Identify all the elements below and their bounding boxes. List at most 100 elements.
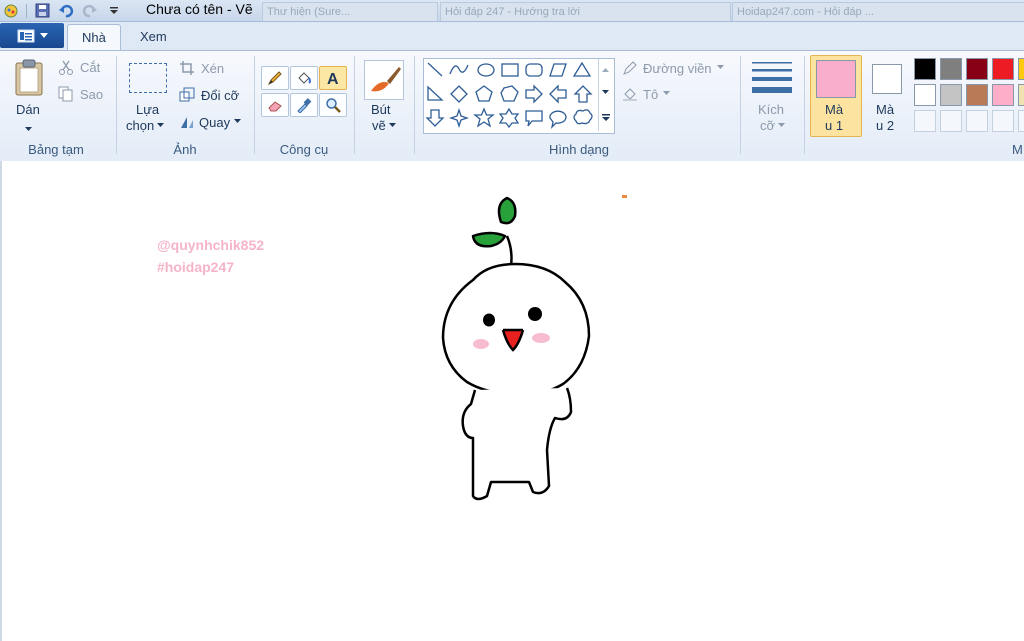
rotate-icon	[181, 117, 193, 128]
paint-menu-button[interactable]	[0, 23, 64, 48]
group-divider	[740, 56, 741, 154]
colors-group-label: M	[1012, 142, 1023, 157]
outline-pen-icon	[623, 61, 637, 75]
paint-bucket-icon	[298, 72, 311, 84]
chevron-down-icon	[778, 122, 786, 127]
paint-speck	[622, 195, 627, 198]
tools-grid: A	[261, 66, 347, 117]
scroll-down-icon[interactable]	[602, 89, 610, 96]
select-button[interactable]: chọn	[126, 118, 165, 133]
undo-icon[interactable]	[57, 3, 75, 19]
size-dropdown[interactable]: cỡ	[760, 118, 786, 133]
rotate-button[interactable]: Quay	[179, 114, 242, 130]
magnifier-tool[interactable]	[319, 93, 347, 117]
palette-empty-slot[interactable]	[1018, 110, 1024, 132]
select-icon[interactable]	[129, 63, 167, 93]
palette-swatch[interactable]	[1018, 58, 1024, 80]
crop-label: Xén	[201, 60, 225, 76]
color1-swatch	[816, 60, 856, 98]
right-arrow-shape-icon	[525, 84, 543, 104]
polygon-shape-icon	[549, 63, 567, 77]
palette-swatch[interactable]	[914, 84, 936, 106]
color1-label-line1: Mà	[825, 102, 844, 117]
palette-swatch[interactable]	[1018, 84, 1024, 106]
paint-menu-icon	[17, 29, 34, 42]
app-icon[interactable]	[2, 3, 20, 19]
crop-icon	[180, 61, 194, 75]
copy-icon	[58, 86, 73, 102]
rectangular-callout-shape-icon	[525, 110, 543, 127]
customize-toolbar-icon[interactable]	[105, 3, 123, 19]
outline-label: Đường viền	[643, 60, 712, 76]
oval-callout-shape-icon	[549, 110, 567, 129]
size-icon[interactable]	[752, 62, 792, 97]
resize-label: Đổi cỡ	[201, 87, 240, 103]
palette-swatch[interactable]	[966, 58, 988, 80]
save-icon[interactable]	[33, 3, 51, 19]
paste-label: Dán	[16, 102, 40, 117]
clipboard-group-label: Bảng tạm	[28, 142, 84, 157]
redo-icon[interactable]	[81, 3, 99, 19]
brush-icon	[371, 67, 401, 92]
chevron-down-icon	[157, 122, 165, 127]
copy-label: Sao	[80, 86, 104, 102]
text-tool[interactable]: A	[319, 66, 347, 90]
palette-swatch[interactable]	[992, 58, 1014, 80]
fill-tool[interactable]	[290, 66, 318, 90]
tab-view[interactable]: Xem	[126, 24, 181, 50]
palette-swatch[interactable]	[966, 84, 988, 106]
rotate-label: Quay	[199, 114, 231, 130]
up-arrow-shape-icon	[573, 85, 593, 103]
fill-button[interactable]: Tô	[622, 86, 671, 102]
cut-button[interactable]: Cắt	[58, 59, 100, 75]
select-label-line2: chọn	[126, 118, 155, 133]
size-label-line1: Kích	[758, 102, 785, 117]
expand-gallery-icon[interactable]	[601, 113, 611, 123]
palette-empty-slot[interactable]	[914, 110, 936, 132]
shapes-grid	[425, 61, 593, 129]
left-arrow-shape-icon	[549, 84, 567, 104]
shapes-group-label: Hình dạng	[549, 142, 609, 157]
brushes-dropdown[interactable]: vẽ	[372, 118, 397, 133]
clipboard-icon	[15, 59, 43, 96]
rectangle-shape-icon	[501, 63, 519, 77]
copy-button[interactable]: Sao	[58, 86, 103, 102]
palette-swatch[interactable]	[992, 84, 1014, 106]
palette-swatch[interactable]	[914, 58, 936, 80]
oval-shape-icon	[477, 63, 495, 77]
palette-empty-slot[interactable]	[992, 110, 1014, 132]
shapes-scrollbar[interactable]	[598, 59, 613, 131]
paste-button[interactable]	[13, 58, 45, 101]
svg-text:A: A	[327, 71, 339, 86]
palette-swatch[interactable]	[940, 84, 962, 106]
color-picker-tool[interactable]	[290, 93, 318, 117]
select-label-line1: Lựa	[136, 102, 160, 117]
crop-button[interactable]: Xén	[179, 60, 224, 76]
background-browser-tab[interactable]: Hỏi đáp 247 - Hướng tra lời	[440, 2, 731, 21]
shapes-gallery	[423, 58, 615, 134]
brushes-button[interactable]	[364, 60, 404, 100]
palette-empty-slot[interactable]	[940, 110, 962, 132]
palette-empty-slot[interactable]	[966, 110, 988, 132]
eraser-tool[interactable]	[261, 93, 289, 117]
palette-swatch[interactable]	[940, 58, 962, 80]
scroll-up-icon[interactable]	[602, 67, 610, 73]
background-browser-tab[interactable]: Thư hiện (Sure...	[262, 2, 438, 21]
pencil-icon	[267, 71, 282, 86]
resize-button[interactable]: Đổi cỡ	[179, 87, 239, 103]
color-palette	[914, 58, 1024, 132]
hexagon-shape-icon	[500, 85, 519, 102]
outline-button[interactable]: Đường viền	[622, 60, 725, 76]
brushes-label-line2: vẽ	[372, 118, 386, 133]
background-browser-tab[interactable]: Hoidap247.com - Hỏi đáp ...	[732, 2, 1024, 21]
fill-bucket-icon	[623, 88, 637, 101]
window-title: Chưa có tên - Vẽ	[146, 1, 253, 17]
color2-swatch[interactable]	[872, 64, 902, 94]
chevron-down-icon	[716, 65, 724, 69]
color1-label-line2: u 1	[825, 118, 844, 133]
resize-icon	[179, 87, 195, 102]
tab-home[interactable]: Nhà	[67, 24, 121, 51]
paste-dropdown-icon[interactable]	[25, 121, 33, 136]
pencil-tool[interactable]	[261, 66, 289, 90]
group-divider	[414, 56, 415, 154]
